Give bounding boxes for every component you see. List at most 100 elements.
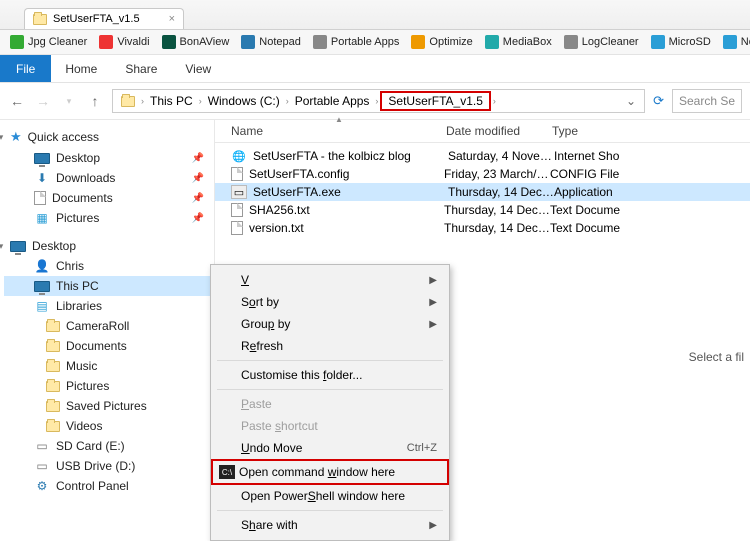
bookmark-item[interactable]: Jpg Cleaner <box>10 35 87 49</box>
file-name: SHA256.txt <box>249 203 444 217</box>
file-name: SetUserFTA - the kolbicz blog <box>253 149 448 163</box>
sidebar-item[interactable]: ⬇Downloads📌 <box>4 168 210 188</box>
bookmark-item[interactable]: MicroSD <box>651 35 711 49</box>
shortcut-label: Ctrl+Z <box>407 442 437 454</box>
bookmark-label: Notepad <box>259 36 301 48</box>
file-date: Thursday, 14 Dece… <box>444 203 550 217</box>
chevron-down-icon[interactable]: ▾ <box>0 241 6 252</box>
up-button[interactable]: ↑ <box>86 93 104 109</box>
chevron-down-icon[interactable]: ⌄ <box>622 94 640 108</box>
chevron-right-icon[interactable]: › <box>375 96 378 106</box>
sidebar-item[interactable]: ⚙Control Panel <box>4 476 210 496</box>
file-row[interactable]: 🌐SetUserFTA - the kolbicz blogSaturday, … <box>215 147 750 165</box>
breadcrumb[interactable]: › This PC › Windows (C:) › Portable Apps… <box>112 89 645 113</box>
file-row[interactable]: SetUserFTA.configFriday, 23 March/2…CONF… <box>215 165 750 183</box>
chevron-right-icon: ▶ <box>429 520 437 531</box>
chevron-right-icon: ▶ <box>429 319 437 330</box>
bookmark-item[interactable]: Notepad <box>241 35 301 49</box>
sidebar-label: Music <box>66 359 97 373</box>
bc-folder[interactable]: Portable Apps <box>291 92 374 110</box>
back-button[interactable]: ← <box>8 93 26 109</box>
sidebar-item[interactable]: Pictures <box>4 376 210 396</box>
search-input[interactable]: Search Se <box>672 89 742 113</box>
bookmark-item[interactable]: BonAView <box>162 35 230 49</box>
bc-this-pc[interactable]: This PC <box>146 92 197 110</box>
browser-tab[interactable]: SetUserFTA_v1.5 × <box>24 8 184 29</box>
sidebar-item[interactable]: Documents <box>4 336 210 356</box>
chevron-right-icon[interactable]: › <box>199 96 202 106</box>
sidebar-item[interactable]: This PC <box>4 276 210 296</box>
bookmark-item[interactable]: Vivaldi <box>99 35 149 49</box>
sidebar-item[interactable]: Documents📌 <box>4 188 210 208</box>
sidebar-item[interactable]: ▤Libraries <box>4 296 210 316</box>
bookmark-item[interactable]: Portable Apps <box>313 35 400 49</box>
sidebar-item[interactable]: ▭SD Card (E:) <box>4 436 210 456</box>
chevron-down-icon[interactable]: ▾ <box>0 132 6 143</box>
bookmark-item[interactable]: LogCleaner <box>564 35 639 49</box>
tab-view[interactable]: View <box>171 57 225 81</box>
sidebar-item[interactable]: Desktop📌 <box>4 148 210 168</box>
file-tab[interactable]: File <box>0 55 51 82</box>
sidebar-item[interactable]: CameraRoll <box>4 316 210 336</box>
chevron-right-icon[interactable]: › <box>493 96 496 106</box>
column-type[interactable]: Type <box>552 124 632 138</box>
ctx-open-command-window[interactable]: C:\ Open command window here <box>211 459 449 485</box>
sidebar-item[interactable]: ▦Pictures📌 <box>4 208 210 228</box>
bookmark-item[interactable]: Optimize <box>411 35 472 49</box>
ctx-view[interactable]: V▶ <box>213 269 447 291</box>
chevron-right-icon[interactable]: › <box>286 96 289 106</box>
browser-tab-title: SetUserFTA_v1.5 <box>53 13 140 25</box>
ribbon: File Home Share View <box>0 55 750 83</box>
sidebar-item[interactable]: 👤Chris <box>4 256 210 276</box>
navigation-pane: ▾★Quick accessDesktop📌⬇Downloads📌Documen… <box>0 120 215 506</box>
star-icon: ★ <box>10 129 22 145</box>
ctx-paste: Paste <box>213 393 447 415</box>
separator <box>217 389 443 390</box>
close-icon[interactable]: × <box>169 13 175 25</box>
bookmark-label: MicroSD <box>669 36 711 48</box>
pin-icon: 📌 <box>192 153 204 164</box>
bc-drive[interactable]: Windows (C:) <box>204 92 284 110</box>
tab-home[interactable]: Home <box>51 57 111 81</box>
bookmark-item[interactable]: Network <box>723 35 750 49</box>
sidebar-label: Saved Pictures <box>66 399 147 413</box>
ctx-group-by[interactable]: Group by▶ <box>213 313 447 335</box>
chevron-right-icon[interactable]: › <box>141 96 144 106</box>
sidebar-desktop[interactable]: ▾Desktop <box>4 236 210 256</box>
refresh-icon[interactable]: ⟳ <box>653 93 664 109</box>
ctx-open-powershell-window[interactable]: Open PowerShell window here <box>213 485 447 507</box>
document-icon <box>231 167 243 181</box>
details-hint: Select a fil <box>689 350 744 364</box>
sidebar-quick-access[interactable]: ▾★Quick access <box>4 126 210 148</box>
desktop-icon <box>10 241 26 252</box>
sidebar-item[interactable]: Saved Pictures <box>4 396 210 416</box>
sidebar-item[interactable]: ▭USB Drive (D:) <box>4 456 210 476</box>
ctx-share-with[interactable]: Share with▶ <box>213 514 447 536</box>
favicon-icon <box>651 35 665 49</box>
bookmark-item[interactable]: MediaBox <box>485 35 552 49</box>
tab-share[interactable]: Share <box>111 57 171 81</box>
sidebar-item[interactable]: Videos <box>4 416 210 436</box>
ctx-refresh[interactable]: Refresh <box>213 335 447 357</box>
folder-icon <box>46 321 60 332</box>
recent-dropdown[interactable]: ▾ <box>60 96 78 107</box>
file-row[interactable]: SHA256.txtThursday, 14 Dece…Text Docume <box>215 201 750 219</box>
bookmark-label: Portable Apps <box>331 36 400 48</box>
ctx-customise[interactable]: Customise this folder... <box>213 364 447 386</box>
bc-current[interactable]: SetUserFTA_v1.5 <box>380 91 490 111</box>
column-date[interactable]: Date modified <box>446 124 552 138</box>
file-type: Text Docume <box>550 221 630 235</box>
file-row[interactable]: version.txtThursday, 14 Dece…Text Docume <box>215 219 750 237</box>
sidebar-label: Documents <box>52 191 113 205</box>
sidebar-item[interactable]: Music <box>4 356 210 376</box>
ctx-sort-by[interactable]: Sort by▶ <box>213 291 447 313</box>
ctx-undo-move[interactable]: Undo MoveCtrl+Z <box>213 437 447 459</box>
folder-icon <box>46 421 60 432</box>
context-menu: V▶ Sort by▶ Group by▶ Refresh Customise … <box>210 264 450 541</box>
sidebar-label: Documents <box>66 339 127 353</box>
bookmark-label: Network <box>741 36 750 48</box>
desktop-icon <box>34 153 50 164</box>
file-row[interactable]: ▭SetUserFTA.exeThursday, 14 Dece…Applica… <box>215 183 750 201</box>
file-type: Application <box>554 185 634 199</box>
column-name[interactable]: Name <box>231 124 446 138</box>
